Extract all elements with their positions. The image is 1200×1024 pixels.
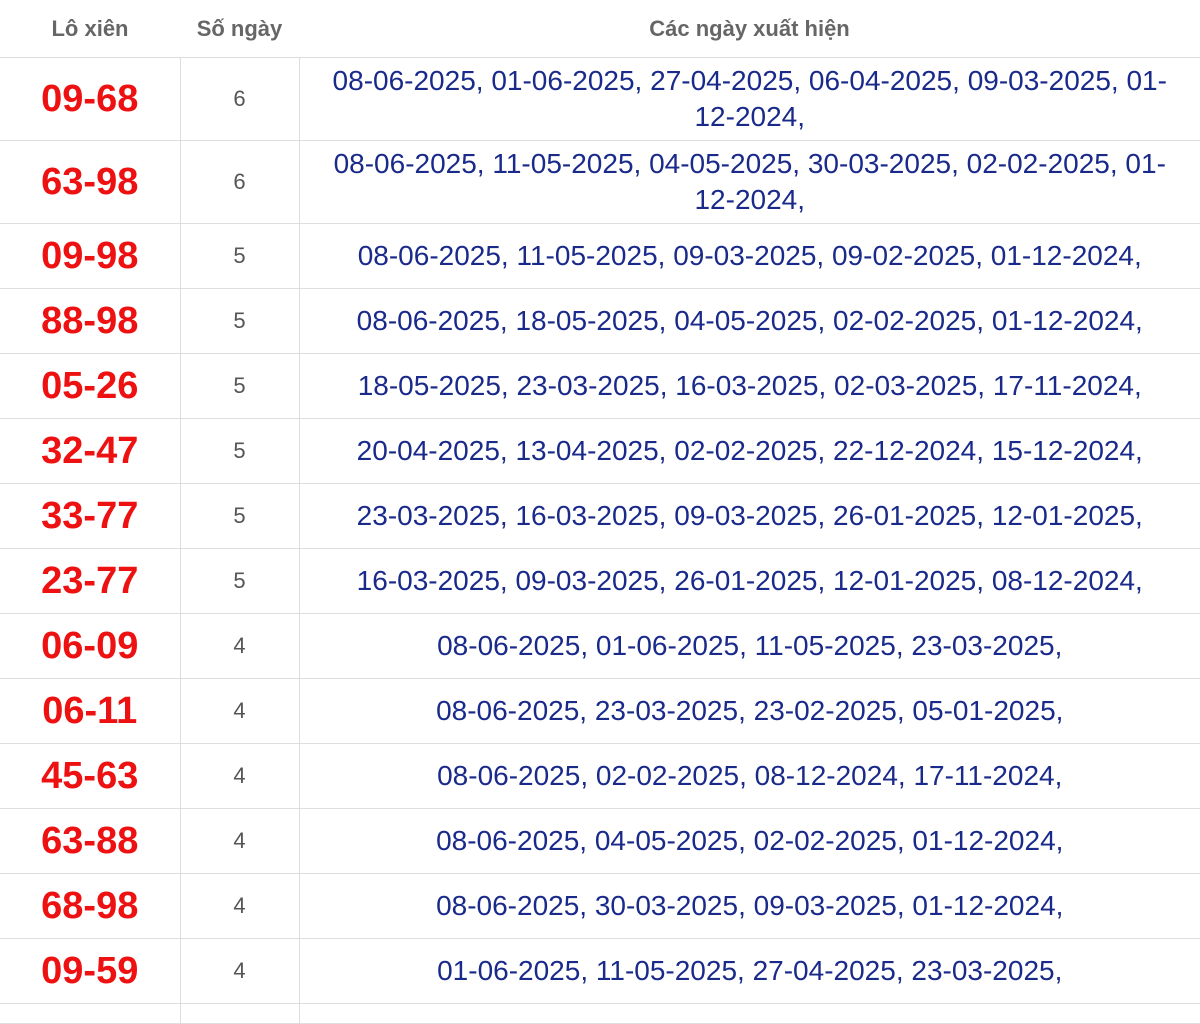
dates-cell: 08-06-2025, 01-06-2025, 27-04-2025, 06-0… [299, 57, 1200, 141]
table-row: 05-26 5 18-05-2025, 23-03-2025, 16-03-20… [0, 353, 1200, 419]
pair-cell: 06-11 [0, 678, 181, 744]
count-cell-empty [180, 1003, 300, 1024]
dates-cell-empty [299, 1003, 1200, 1024]
header-row: Lô xiên Số ngày Các ngày xuất hiện [0, 0, 1200, 58]
count-cell: 5 [180, 483, 300, 549]
table-row-partial [0, 1003, 1200, 1024]
pair-cell: 09-59 [0, 938, 181, 1004]
pair-cell: 09-98 [0, 223, 181, 289]
pair-cell: 63-88 [0, 808, 181, 874]
count-cell: 4 [180, 678, 300, 744]
dates-cell: 08-06-2025, 23-03-2025, 23-02-2025, 05-0… [299, 678, 1200, 744]
table-row: 45-63 4 08-06-2025, 02-02-2025, 08-12-20… [0, 743, 1200, 809]
pair-cell: 05-26 [0, 353, 181, 419]
dates-cell: 08-06-2025, 02-02-2025, 08-12-2024, 17-1… [299, 743, 1200, 809]
dates-cell: 16-03-2025, 09-03-2025, 26-01-2025, 12-0… [299, 548, 1200, 614]
dates-cell: 08-06-2025, 18-05-2025, 04-05-2025, 02-0… [299, 288, 1200, 354]
pair-cell: 33-77 [0, 483, 181, 549]
header-pair: Lô xiên [0, 0, 180, 58]
pair-cell: 32-47 [0, 418, 181, 484]
dates-cell: 08-06-2025, 11-05-2025, 04-05-2025, 30-0… [299, 140, 1200, 224]
pair-cell: 63-98 [0, 140, 181, 224]
dates-cell: 18-05-2025, 23-03-2025, 16-03-2025, 02-0… [299, 353, 1200, 419]
table-row: 63-88 4 08-06-2025, 04-05-2025, 02-02-20… [0, 808, 1200, 874]
count-cell: 4 [180, 808, 300, 874]
count-cell: 4 [180, 613, 300, 679]
pair-cell: 88-98 [0, 288, 181, 354]
pair-cell: 45-63 [0, 743, 181, 809]
dates-cell: 08-06-2025, 01-06-2025, 11-05-2025, 23-0… [299, 613, 1200, 679]
table-row: 06-09 4 08-06-2025, 01-06-2025, 11-05-20… [0, 613, 1200, 679]
table-row: 23-77 5 16-03-2025, 09-03-2025, 26-01-20… [0, 548, 1200, 614]
lo-xien-table: Lô xiên Số ngày Các ngày xuất hiện 09-68… [0, 0, 1200, 1024]
pair-cell: 68-98 [0, 873, 181, 939]
pair-cell: 06-09 [0, 613, 181, 679]
count-cell: 4 [180, 743, 300, 809]
table-row: 09-59 4 01-06-2025, 11-05-2025, 27-04-20… [0, 938, 1200, 1004]
dates-cell: 23-03-2025, 16-03-2025, 09-03-2025, 26-0… [299, 483, 1200, 549]
pair-cell-empty [0, 1003, 181, 1024]
count-cell: 6 [180, 140, 300, 224]
count-cell: 4 [180, 873, 300, 939]
table-row: 32-47 5 20-04-2025, 13-04-2025, 02-02-20… [0, 418, 1200, 484]
header-dates: Các ngày xuất hiện [299, 0, 1200, 58]
header-count: Số ngày [180, 0, 299, 58]
count-cell: 5 [180, 223, 300, 289]
count-cell: 4 [180, 938, 300, 1004]
pair-cell: 23-77 [0, 548, 181, 614]
count-cell: 5 [180, 548, 300, 614]
pair-cell: 09-68 [0, 57, 181, 141]
count-cell: 5 [180, 353, 300, 419]
table-row: 63-98 6 08-06-2025, 11-05-2025, 04-05-20… [0, 140, 1200, 224]
count-cell: 6 [180, 57, 300, 141]
table-row: 88-98 5 08-06-2025, 18-05-2025, 04-05-20… [0, 288, 1200, 354]
dates-cell: 08-06-2025, 11-05-2025, 09-03-2025, 09-0… [299, 223, 1200, 289]
table-row: 09-68 6 08-06-2025, 01-06-2025, 27-04-20… [0, 57, 1200, 141]
dates-cell: 01-06-2025, 11-05-2025, 27-04-2025, 23-0… [299, 938, 1200, 1004]
count-cell: 5 [180, 418, 300, 484]
dates-cell: 20-04-2025, 13-04-2025, 02-02-2025, 22-1… [299, 418, 1200, 484]
dates-cell: 08-06-2025, 30-03-2025, 09-03-2025, 01-1… [299, 873, 1200, 939]
count-cell: 5 [180, 288, 300, 354]
table-row: 68-98 4 08-06-2025, 30-03-2025, 09-03-20… [0, 873, 1200, 939]
table-row: 09-98 5 08-06-2025, 11-05-2025, 09-03-20… [0, 223, 1200, 289]
dates-cell: 08-06-2025, 04-05-2025, 02-02-2025, 01-1… [299, 808, 1200, 874]
table-row: 06-11 4 08-06-2025, 23-03-2025, 23-02-20… [0, 678, 1200, 744]
table-row: 33-77 5 23-03-2025, 16-03-2025, 09-03-20… [0, 483, 1200, 549]
